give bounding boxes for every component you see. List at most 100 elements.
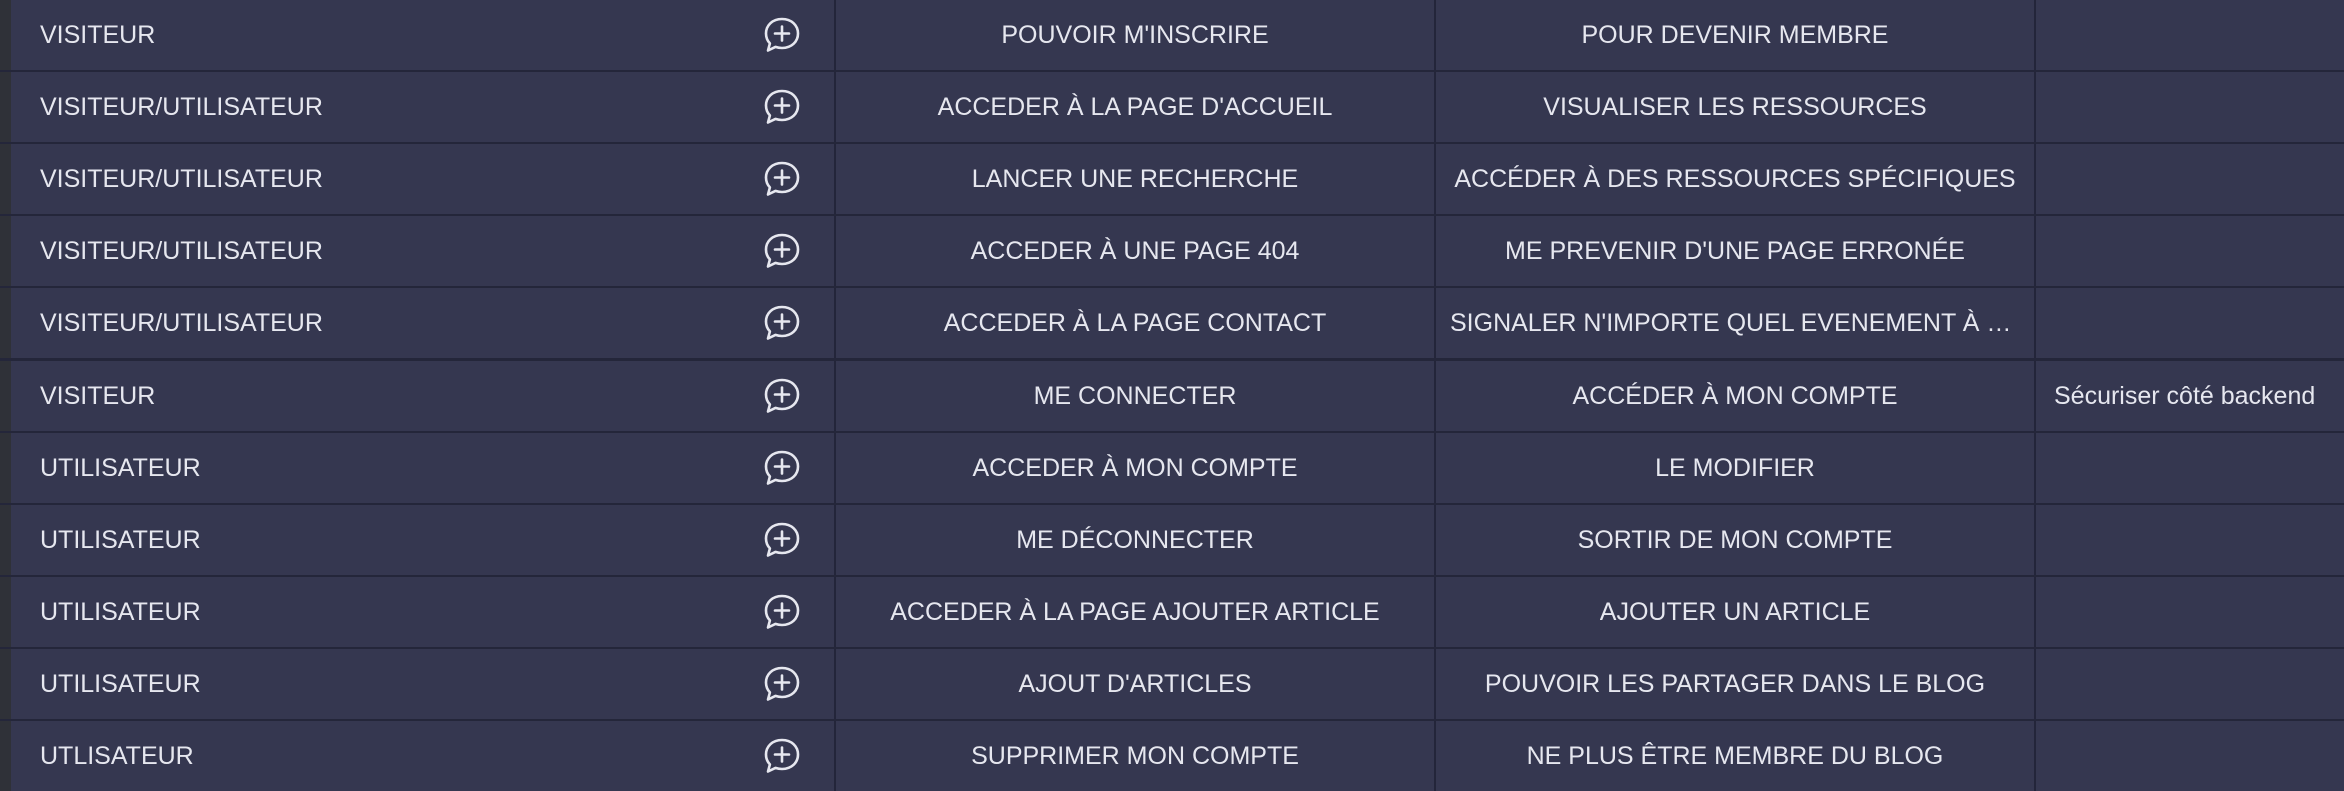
add-comment-icon bbox=[764, 89, 800, 124]
role-text: UTILISATEUR bbox=[40, 525, 201, 554]
role-cell[interactable]: UTILISATEUR bbox=[0, 649, 836, 719]
add-comment-button[interactable] bbox=[762, 449, 802, 487]
add-comment-button[interactable] bbox=[762, 377, 802, 415]
action-cell[interactable]: ME CONNECTER bbox=[836, 361, 1436, 431]
goal-cell[interactable]: AJOUTER UN ARTICLE bbox=[1436, 577, 2036, 647]
note-cell[interactable] bbox=[2036, 721, 2344, 791]
note-cell[interactable]: Sécuriser côté backend bbox=[2036, 361, 2344, 431]
note-cell[interactable] bbox=[2036, 72, 2344, 142]
action-cell[interactable]: ACCEDER À MON COMPTE bbox=[836, 433, 1436, 503]
add-comment-icon bbox=[764, 594, 800, 629]
action-text: ME CONNECTER bbox=[1033, 381, 1237, 410]
action-cell[interactable]: ACCEDER À LA PAGE AJOUTER ARTICLE bbox=[836, 577, 1436, 647]
role-cell[interactable]: UTILISATEUR bbox=[0, 433, 836, 503]
role-cell[interactable]: VISITEUR bbox=[0, 361, 836, 431]
note-cell[interactable] bbox=[2036, 649, 2344, 719]
add-comment-button[interactable] bbox=[762, 593, 802, 631]
action-text: ACCEDER À LA PAGE AJOUTER ARTICLE bbox=[890, 597, 1380, 626]
role-text: VISITEUR/UTILISATEUR bbox=[40, 236, 323, 265]
add-comment-button[interactable] bbox=[762, 88, 802, 126]
add-comment-button[interactable] bbox=[762, 737, 802, 775]
goal-text: VISUALISER LES RESSOURCES bbox=[1543, 92, 1927, 121]
role-text: VISITEUR bbox=[40, 381, 156, 410]
action-cell[interactable]: ACCEDER À LA PAGE CONTACT bbox=[836, 288, 1436, 358]
role-text: VISITEUR/UTILISATEUR bbox=[40, 308, 323, 337]
role-cell[interactable]: VISITEUR/UTILISATEUR bbox=[0, 144, 836, 214]
goal-text: SORTIR DE MON COMPTE bbox=[1577, 525, 1893, 554]
action-cell[interactable]: POUVOIR M'INSCRIRE bbox=[836, 0, 1436, 70]
role-text: UTLISATEUR bbox=[40, 741, 194, 770]
add-comment-button[interactable] bbox=[762, 16, 802, 54]
role-text: UTILISATEUR bbox=[40, 669, 201, 698]
goal-cell[interactable]: SIGNALER N'IMPORTE QUEL EVENEMENT À L'A… bbox=[1436, 288, 2036, 358]
goal-cell[interactable]: SORTIR DE MON COMPTE bbox=[1436, 505, 2036, 575]
add-comment-icon bbox=[764, 522, 800, 557]
table-row: UTLISATEUR SUPPRIMER MON COMPTE NE PLUS … bbox=[0, 721, 2344, 791]
goal-cell[interactable]: VISUALISER LES RESSOURCES bbox=[1436, 72, 2036, 142]
role-cell[interactable]: VISITEUR/UTILISATEUR bbox=[0, 288, 836, 358]
add-comment-icon bbox=[764, 450, 800, 485]
action-text: SUPPRIMER MON COMPTE bbox=[971, 741, 1299, 770]
action-text: ACCEDER À MON COMPTE bbox=[972, 453, 1298, 482]
note-cell[interactable] bbox=[2036, 433, 2344, 503]
add-comment-button[interactable] bbox=[762, 521, 802, 559]
goal-text: POUR DEVENIR MEMBRE bbox=[1581, 20, 1889, 49]
table-row: UTILISATEUR AJOUT D'ARTICLES POUVOIR LES… bbox=[0, 649, 2344, 719]
table-row: VISITEUR/UTILISATEUR ACCEDER À UNE PAGE … bbox=[0, 216, 2344, 286]
role-cell[interactable]: VISITEUR bbox=[0, 0, 836, 70]
note-cell[interactable] bbox=[2036, 577, 2344, 647]
note-cell[interactable] bbox=[2036, 505, 2344, 575]
role-text: VISITEUR/UTILISATEUR bbox=[40, 92, 323, 121]
role-cell[interactable]: VISITEUR/UTILISATEUR bbox=[0, 72, 836, 142]
add-comment-button[interactable] bbox=[762, 160, 802, 198]
action-text: AJOUT D'ARTICLES bbox=[1018, 669, 1252, 698]
add-comment-button[interactable] bbox=[762, 665, 802, 703]
role-text: VISITEUR/UTILISATEUR bbox=[40, 164, 323, 193]
goal-cell[interactable]: ACCÉDER À MON COMPTE bbox=[1436, 361, 2036, 431]
table-row: VISITEUR ME CONNECTER ACCÉDER À MON COMP… bbox=[0, 361, 2344, 431]
action-text: ACCEDER À LA PAGE D'ACCUEIL bbox=[937, 92, 1333, 121]
add-comment-icon bbox=[764, 738, 800, 773]
action-cell[interactable]: SUPPRIMER MON COMPTE bbox=[836, 721, 1436, 791]
note-cell[interactable] bbox=[2036, 144, 2344, 214]
goal-text: ME PREVENIR D'UNE PAGE ERRONÉE bbox=[1505, 236, 1965, 265]
goal-cell[interactable]: POUR DEVENIR MEMBRE bbox=[1436, 0, 2036, 70]
add-comment-icon bbox=[764, 378, 800, 413]
goal-cell[interactable]: ME PREVENIR D'UNE PAGE ERRONÉE bbox=[1436, 216, 2036, 286]
add-comment-icon bbox=[764, 233, 800, 268]
goal-cell[interactable]: POUVOIR LES PARTAGER DANS LE BLOG bbox=[1436, 649, 2036, 719]
add-comment-button[interactable] bbox=[762, 304, 802, 342]
goal-text: NE PLUS ÊTRE MEMBRE DU BLOG bbox=[1526, 741, 1944, 770]
add-comment-button[interactable] bbox=[762, 232, 802, 270]
goal-text: POUVOIR LES PARTAGER DANS LE BLOG bbox=[1484, 669, 1986, 698]
note-text: Sécuriser côté backend bbox=[2054, 381, 2316, 410]
goal-cell[interactable]: LE MODIFIER bbox=[1436, 433, 2036, 503]
add-comment-icon bbox=[764, 17, 800, 52]
action-cell[interactable]: ACCEDER À LA PAGE D'ACCUEIL bbox=[836, 72, 1436, 142]
role-text: UTILISATEUR bbox=[40, 597, 201, 626]
note-cell[interactable] bbox=[2036, 288, 2344, 358]
goal-cell[interactable]: ACCÉDER À DES RESSOURCES SPÉCIFIQUES bbox=[1436, 144, 2036, 214]
action-text: ACCEDER À UNE PAGE 404 bbox=[970, 236, 1300, 265]
action-cell[interactable]: ME DÉCONNECTER bbox=[836, 505, 1436, 575]
role-cell[interactable]: VISITEUR/UTILISATEUR bbox=[0, 216, 836, 286]
role-cell[interactable]: UTLISATEUR bbox=[0, 721, 836, 791]
action-cell[interactable]: ACCEDER À UNE PAGE 404 bbox=[836, 216, 1436, 286]
table-row: VISITEUR/UTILISATEUR ACCEDER À LA PAGE C… bbox=[0, 288, 2344, 358]
goal-text: SIGNALER N'IMPORTE QUEL EVENEMENT À L'A… bbox=[1450, 308, 2020, 337]
action-text: ME DÉCONNECTER bbox=[1016, 525, 1254, 554]
goal-cell[interactable]: NE PLUS ÊTRE MEMBRE DU BLOG bbox=[1436, 721, 2036, 791]
note-cell[interactable] bbox=[2036, 216, 2344, 286]
add-comment-icon bbox=[764, 305, 800, 340]
table-row: VISITEUR/UTILISATEUR LANCER UNE RECHERCH… bbox=[0, 144, 2344, 214]
action-text: POUVOIR M'INSCRIRE bbox=[1001, 20, 1269, 49]
table-row: VISITEUR/UTILISATEUR ACCEDER À LA PAGE D… bbox=[0, 72, 2344, 142]
user-stories-table: VISITEUR POUVOIR M'INSCRIRE POUR DEVENIR… bbox=[0, 0, 2344, 791]
note-cell[interactable] bbox=[2036, 0, 2344, 70]
goal-text: AJOUTER UN ARTICLE bbox=[1599, 597, 1871, 626]
action-cell[interactable]: AJOUT D'ARTICLES bbox=[836, 649, 1436, 719]
role-cell[interactable]: UTILISATEUR bbox=[0, 577, 836, 647]
add-comment-icon bbox=[764, 161, 800, 196]
role-cell[interactable]: UTILISATEUR bbox=[0, 505, 836, 575]
action-cell[interactable]: LANCER UNE RECHERCHE bbox=[836, 144, 1436, 214]
